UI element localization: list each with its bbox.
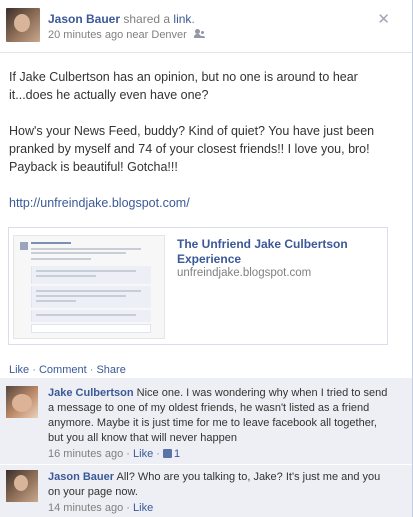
commenter-name[interactable]: Jake Culbertson [48,387,134,399]
link-word[interactable]: link [173,12,191,26]
like-link[interactable]: Like [9,364,29,376]
action-text: shared a [123,12,171,26]
thumbs-up-icon[interactable] [163,449,172,458]
comment-item: Jake Culbertson Nice one. I was wonderin… [6,386,408,461]
message-paragraph: If Jake Culbertson has an opinion, but n… [9,70,358,102]
story-meta: 20 minutes ago near Denver [48,29,206,41]
location: Denver [151,29,187,41]
comment-like-link[interactable]: Like [133,448,153,460]
comment-time[interactable]: 14 minutes ago [48,502,123,514]
shared-link-title[interactable]: The Unfriend Jake Culbertson Experience [177,237,377,267]
comments-section: Jake Culbertson Nice one. I was wonderin… [0,378,412,517]
comment-like-link[interactable]: Like [133,502,153,514]
comment-meta: 16 minutes ago · Like · 1 [48,448,181,460]
post-message: If Jake Culbertson has an opinion, but n… [9,68,399,230]
comment-link[interactable]: Comment [39,364,87,376]
feed-story: Jason Bauer shared a link. 20 minutes ag… [0,0,413,517]
share-link[interactable]: Share [96,364,125,376]
comment-time[interactable]: 16 minutes ago [48,448,123,460]
comment-meta: 14 minutes ago · Like [48,502,154,514]
close-icon[interactable]: ✕ [377,10,390,28]
timestamp[interactable]: 20 minutes ago [48,29,123,41]
commenter-avatar[interactable] [6,470,38,502]
story-actions: Like · Comment · Share [9,364,126,376]
commenter-name[interactable]: Jason Bauer [48,471,114,483]
location-prefix: near [126,29,149,41]
divider [0,52,412,53]
comment-like-count[interactable]: 1 [174,448,180,460]
comment-divider [0,464,412,465]
shared-link-domain: unfreindjake.blogspot.com [177,267,312,279]
separator: · [89,364,94,376]
story-headline: Jason Bauer shared a link. [48,12,195,26]
author-avatar[interactable] [6,8,40,42]
separator: · [32,364,36,376]
message-url[interactable]: http://unfreindjake.blogspot.com/ [9,196,190,210]
commenter-avatar[interactable] [6,386,38,418]
shared-link-card[interactable]: The Unfriend Jake Culbertson Experience … [8,227,388,345]
comment-item: Jason Bauer All? Who are you talking to,… [6,470,408,514]
message-paragraph: How's your News Feed, buddy? Kind of qui… [9,124,375,174]
author-name[interactable]: Jason Bauer [48,12,120,26]
link-thumbnail[interactable] [13,235,165,339]
friends-icon[interactable] [193,29,206,39]
story-header: Jason Bauer shared a link. 20 minutes ag… [6,8,412,44]
